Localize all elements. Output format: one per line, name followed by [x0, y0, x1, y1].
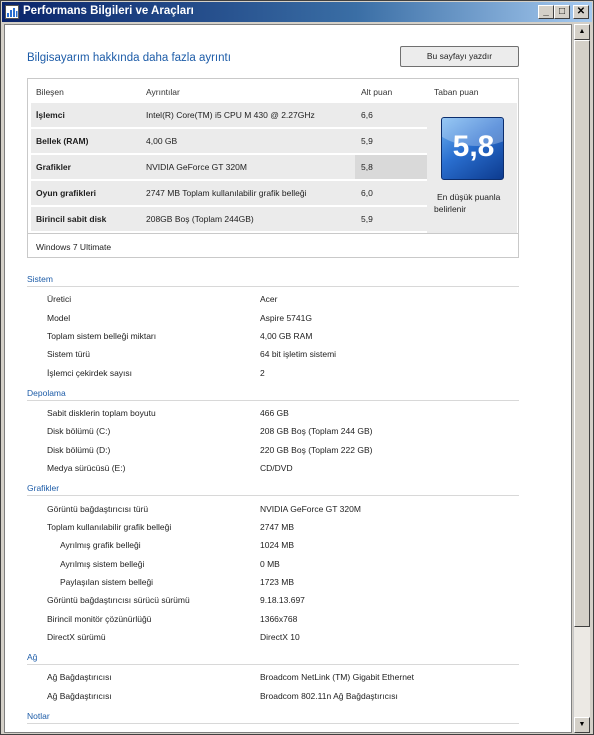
header-subscore: Alt puan: [361, 87, 393, 97]
detail-label: Medya sürücüsü (E:): [47, 463, 126, 473]
component-details: 4,00 GB: [146, 136, 178, 146]
detail-value: 220 GB Boş (Toplam 222 GB): [260, 445, 373, 455]
section-divider: [27, 400, 519, 401]
score-table: Bileşen Ayrıntılar Alt puan Taban puan İ…: [27, 78, 519, 258]
detail-label: Üretici: [47, 294, 72, 304]
detail-label: Toplam sistem belleği miktarı: [47, 331, 157, 341]
base-score-badge: 5,8: [441, 117, 504, 180]
section-title-graphics: Grafikler: [27, 483, 60, 493]
component-name: Oyun grafikleri: [36, 188, 96, 198]
performance-window: Performans Bilgileri ve Araçları _ □ ✕ B…: [0, 0, 594, 735]
section-divider: [27, 286, 519, 287]
detail-label: Disk bölümü (C:): [47, 426, 111, 436]
detail-label: Görüntü bağdaştırıcısı türü: [47, 504, 149, 514]
detail-label: Model: [47, 313, 71, 323]
section-title-notes: Notlar: [27, 711, 50, 721]
content-area: Bilgisayarım hakkında daha fazla ayrıntı…: [4, 24, 572, 733]
score-row-primary-disk: Birincil sabit disk 208GB Boş (Toplam 24…: [31, 207, 427, 231]
score-table-header: Bileşen Ayrıntılar Alt puan Taban puan: [28, 79, 518, 103]
detail-value: Aspire 5741G: [260, 313, 312, 323]
section-title-storage: Depolama: [27, 388, 66, 398]
scrollbar-thumb[interactable]: [574, 40, 590, 627]
detail-label: İşlemci çekirdek sayısı: [47, 368, 133, 378]
section-divider: [27, 664, 519, 665]
detail-value: 64 bit işletim sistemi: [260, 349, 337, 359]
detail-value: Broadcom NetLink (TM) Gigabit Ethernet: [260, 672, 415, 682]
scroll-down-arrow-icon[interactable]: ▼: [574, 717, 590, 733]
component-subscore: 5,8: [361, 162, 373, 172]
component-name: Birincil sabit disk: [36, 214, 107, 224]
score-row-processor: İşlemci Intel(R) Core(TM) i5 CPU M 430 @…: [31, 103, 427, 127]
component-subscore: 5,9: [361, 136, 373, 146]
page-heading: Bilgisayarım hakkında daha fazla ayrıntı: [27, 52, 231, 64]
scroll-up-arrow-icon[interactable]: ▲: [574, 24, 590, 40]
detail-label: Ayrılmış grafik belleği: [60, 540, 141, 550]
performance-app-icon: [5, 5, 19, 19]
caption-line-1: En düşük puanla: [437, 192, 501, 202]
header-component: Bileşen: [36, 87, 64, 97]
detail-value: 2: [260, 368, 265, 378]
component-details: 2747 MB Toplam kullanılabilir grafik bel…: [146, 188, 307, 198]
detail-value: Acer: [260, 294, 278, 304]
title-bar[interactable]: Performans Bilgileri ve Araçları _ □ ✕: [2, 2, 592, 22]
header-base-score: Taban puan: [434, 87, 479, 97]
minimize-button[interactable]: _: [538, 5, 554, 19]
detail-label: Ayrılmış sistem belleği: [60, 559, 145, 569]
detail-value: DirectX 10: [260, 632, 300, 642]
detail-label: Ağ Bağdaştırıcısı: [47, 691, 112, 701]
maximize-button[interactable]: □: [554, 5, 570, 19]
component-details: NVIDIA GeForce GT 320M: [146, 162, 247, 172]
detail-value: NVIDIA GeForce GT 320M: [260, 504, 361, 514]
detail-label: Disk bölümü (D:): [47, 445, 111, 455]
detail-value: 1366x768: [260, 614, 298, 624]
component-name: Grafikler: [36, 162, 71, 172]
header-details: Ayrıntılar: [146, 87, 180, 97]
caption-line-2: belirlenir: [434, 204, 467, 214]
section-divider: [27, 723, 519, 724]
component-subscore: 5,9: [361, 214, 373, 224]
window-title: Performans Bilgileri ve Araçları: [23, 5, 194, 17]
vertical-scrollbar[interactable]: ▲ ▼: [573, 24, 590, 733]
detail-value: 2747 MB: [260, 522, 295, 532]
score-row-memory: Bellek (RAM) 4,00 GB 5,9: [31, 129, 427, 153]
detail-value: 4,00 GB RAM: [260, 331, 313, 341]
os-edition: Windows 7 Ultimate: [36, 242, 112, 252]
component-name: Bellek (RAM): [36, 136, 89, 146]
base-score-caption: En düşük puanla belirlenir: [434, 191, 514, 215]
component-details: Intel(R) Core(TM) i5 CPU M 430 @ 2.27GHz: [146, 110, 315, 120]
score-row-gaming-graphics: Oyun grafikleri 2747 MB Toplam kullanıla…: [31, 181, 427, 205]
detail-label: Görüntü bağdaştırıcısı sürücü sürümü: [47, 595, 190, 605]
section-title-system: Sistem: [27, 274, 53, 284]
section-divider: [27, 495, 519, 496]
detail-value: 9.18.13.697: [260, 595, 305, 605]
component-details: 208GB Boş (Toplam 244GB): [146, 214, 254, 224]
detail-value: 1723 MB: [260, 577, 295, 587]
section-title-network: Ağ: [27, 652, 38, 662]
score-row-graphics: Grafikler NVIDIA GeForce GT 320M 5,8: [31, 155, 427, 179]
detail-value: CD/DVD: [260, 463, 293, 473]
detail-value: 1024 MB: [260, 540, 295, 550]
detail-value: Broadcom 802.11n Ağ Bağdaştırıcısı: [260, 691, 398, 701]
component-subscore: 6,0: [361, 188, 373, 198]
detail-label: DirectX sürümü: [47, 632, 106, 642]
base-score-value: 5,8: [452, 130, 495, 163]
detail-label: Ağ Bağdaştırıcısı: [47, 672, 112, 682]
detail-value: 208 GB Boş (Toplam 244 GB): [260, 426, 373, 436]
detail-value: 466 GB: [260, 408, 289, 418]
base-score-panel: 5,8 En düşük puanla belirlenir: [427, 103, 517, 233]
os-edition-row: Windows 7 Ultimate: [28, 233, 518, 257]
detail-label: Birincil monitör çözünürlüğü: [47, 614, 152, 624]
detail-value: 0 MB: [260, 559, 280, 569]
detail-label: Toplam kullanılabilir grafik belleği: [47, 522, 172, 532]
component-name: İşlemci: [36, 110, 65, 120]
detail-label: Sabit disklerin toplam boyutu: [47, 408, 156, 418]
print-page-button[interactable]: Bu sayfayı yazdır: [400, 46, 519, 67]
detail-label: Paylaşılan sistem belleği: [60, 577, 154, 587]
close-button[interactable]: ✕: [573, 5, 589, 19]
component-subscore: 6,6: [361, 110, 373, 120]
detail-label: Sistem türü: [47, 349, 90, 359]
